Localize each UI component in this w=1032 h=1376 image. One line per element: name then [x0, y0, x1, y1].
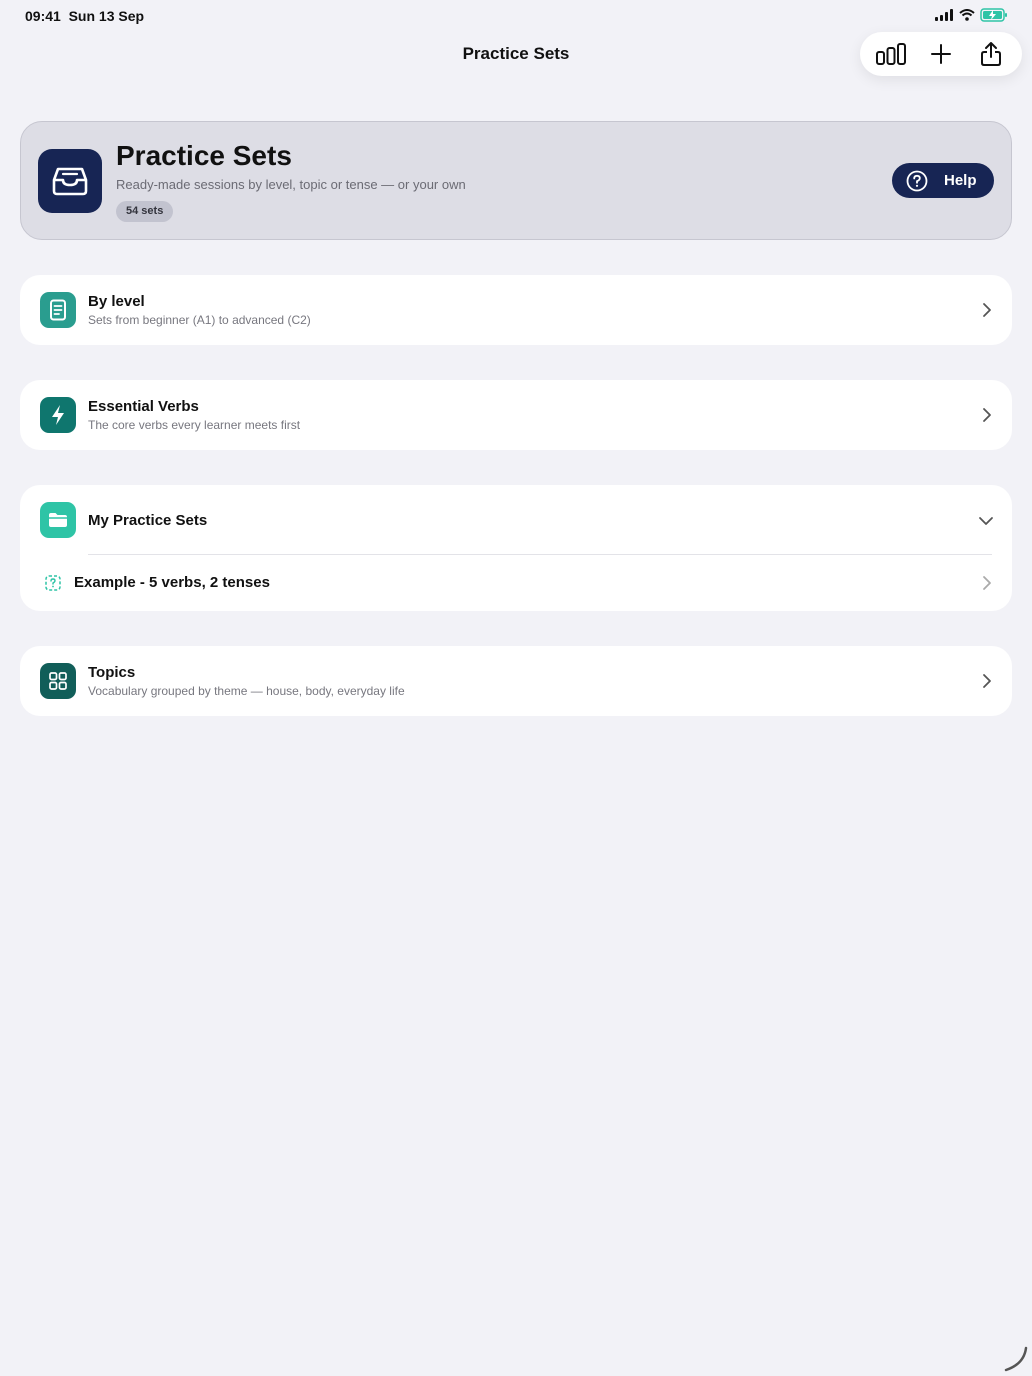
help-button[interactable]: Help [892, 163, 994, 198]
question-circle-icon [906, 170, 928, 191]
chevron-right-icon [983, 674, 991, 688]
grid-icon [49, 672, 67, 690]
stats-icon [876, 43, 906, 65]
by-level-card: By level Sets from beginner (A1) to adva… [20, 275, 1012, 345]
practice-set-item[interactable]: Example - 5 verbs, 2 tenses [20, 555, 1012, 611]
chevron-down-icon [979, 517, 993, 525]
by-level-row[interactable]: By level Sets from beginner (A1) to adva… [20, 275, 1012, 345]
topics-subtitle: Vocabulary grouped by theme — house, bod… [88, 684, 405, 698]
folder-icon [49, 513, 67, 527]
share-button[interactable] [971, 34, 1011, 74]
status-bar: 09:41 Sun 13 Sep [0, 0, 1032, 32]
stats-button[interactable] [871, 34, 911, 74]
hero-card: Practice Sets Ready-made sessions by lev… [20, 121, 1012, 240]
by-level-title: By level [88, 293, 145, 310]
toolbar [860, 32, 1022, 76]
topics-row[interactable]: Topics Vocabulary grouped by theme — hou… [20, 646, 1012, 716]
chevron-right-icon [983, 408, 991, 422]
inbox-tray-icon [52, 167, 88, 196]
hero-subtitle: Ready-made sessions by level, topic or t… [116, 177, 466, 192]
topics-card: Topics Vocabulary grouped by theme — hou… [20, 646, 1012, 716]
cellular-signal-icon [935, 9, 953, 21]
my-practice-sets-card: My Practice Sets Example - 5 verbs, 2 te… [20, 485, 1012, 611]
essential-verbs-icon-tile [40, 397, 76, 433]
plus-icon [931, 44, 951, 64]
by-level-subtitle: Sets from beginner (A1) to advanced (C2) [88, 313, 311, 327]
by-level-icon-tile [40, 292, 76, 328]
chevron-right-icon [983, 576, 991, 590]
my-practice-sets-title: My Practice Sets [88, 512, 208, 529]
wifi-icon [959, 9, 975, 21]
add-button[interactable] [921, 34, 961, 74]
essential-verbs-card: Essential Verbs The core verbs every lea… [20, 380, 1012, 450]
my-sets-icon-tile [40, 502, 76, 538]
status-icons [935, 8, 1008, 22]
essential-verbs-row[interactable]: Essential Verbs The core verbs every lea… [20, 380, 1012, 450]
battery-charging-icon [980, 8, 1007, 22]
my-practice-sets-header[interactable]: My Practice Sets [20, 485, 1012, 555]
essential-verbs-title: Essential Verbs [88, 398, 199, 415]
status-time: 09:41 Sun 13 Sep [25, 8, 145, 24]
share-icon [981, 42, 1001, 66]
set-count-badge: 54 sets [116, 201, 174, 222]
dashed-question-icon [45, 575, 61, 591]
document-icon [50, 299, 66, 321]
corner-indicator-icon[interactable] [1002, 1346, 1028, 1372]
essential-verbs-subtitle: The core verbs every learner meets first [88, 418, 301, 432]
hero-icon-tile [38, 149, 102, 213]
help-label: Help [944, 172, 977, 189]
bolt-icon [52, 405, 64, 425]
chevron-right-icon [983, 303, 991, 317]
practice-set-item-title: Example - 5 verbs, 2 tenses [74, 574, 270, 591]
topics-title: Topics [88, 664, 136, 681]
topics-icon-tile [40, 663, 76, 699]
hero-title: Practice Sets [116, 140, 292, 171]
